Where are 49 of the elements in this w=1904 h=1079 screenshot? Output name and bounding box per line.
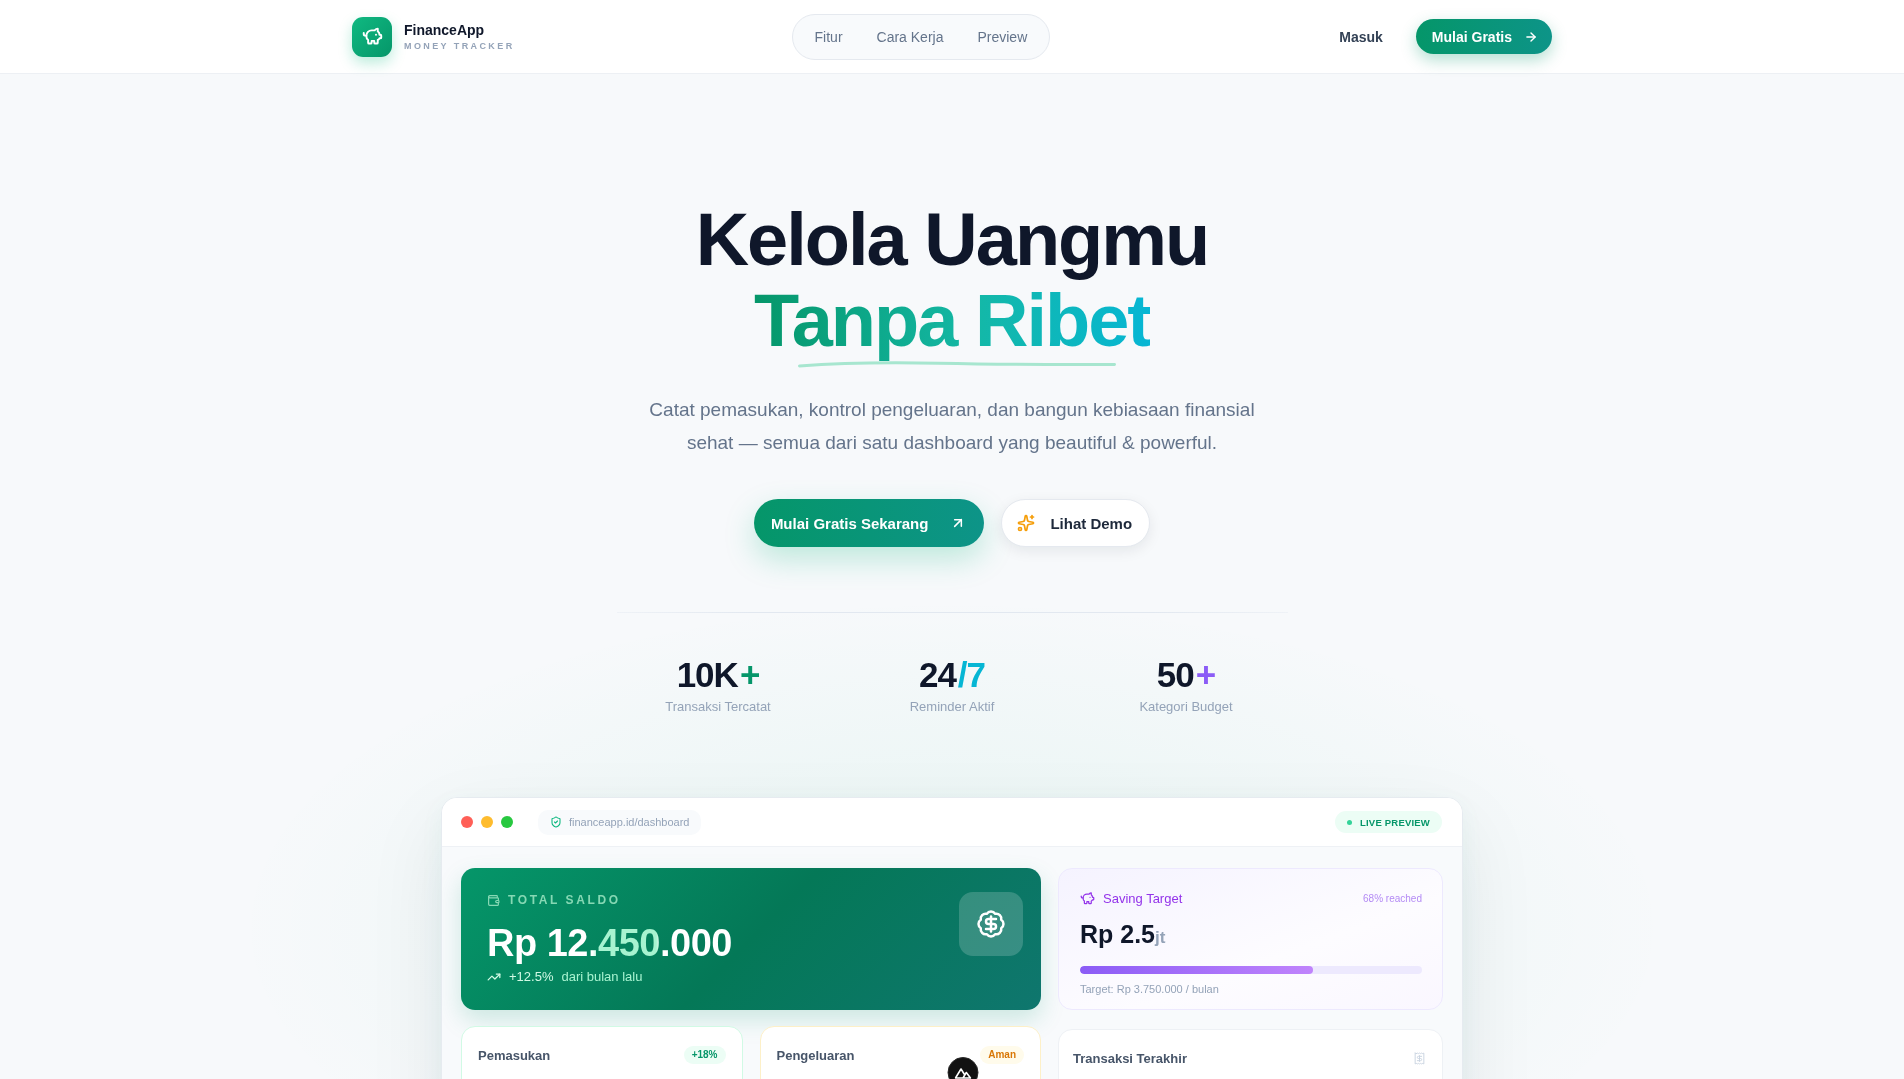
receipt-icon [1413,1051,1426,1065]
stat-suffix: + [739,655,760,695]
demo-button[interactable]: Lihat Demo [1001,499,1151,547]
login-link[interactable]: Masuk [1327,20,1395,53]
wavy-underline-icon [798,360,1116,368]
balance-change-note: dari bulan lalu [561,969,643,984]
stat-value: 10K [676,655,738,695]
growth-tag: +18% [683,1046,726,1064]
card-title: Transaksi Terakhir [1073,1050,1187,1066]
window-control-icon [481,816,493,828]
brand-name: FinanceApp [404,21,486,38]
balance-label: TOTAL SALDO [508,893,621,907]
address-text: financeapp.id/dashboard [569,816,690,828]
piggy-bank-icon [1080,890,1095,906]
wallet-icon [487,893,500,907]
nav-link[interactable]: Fitur [797,19,860,54]
status-tag: Aman [980,1046,1024,1064]
stat-suffix: + [1195,655,1216,695]
saving-target-note: Target: Rp 3.750.000 / bulan [1080,983,1220,995]
saving-unit: jt [1155,928,1166,949]
get-started-button[interactable]: Mulai Gratis Sekarang [753,499,985,547]
arrow-right-icon [1524,29,1538,44]
sparkle-icon [1017,514,1036,532]
nav-link[interactable]: Cara Kerja [859,19,961,54]
signup-button[interactable]: Mulai Gratis [1415,19,1552,54]
brand-tagline: MONEY TRACKER [404,40,515,52]
balance-change: +12.5% [509,969,554,984]
stat-label: Transaksi Tercatat [665,698,771,716]
hero-subtitle: Catat pemasukan, kontrol pengeluaran, dan bangun kebiasaan finansial sehat — semua dari satu dashboard yang beautiful & powerful. [648,398,1256,455]
live-preview-label: LIVE PREVIEW [1360,816,1430,828]
saving-amount: Rp 2.5 [1080,919,1156,949]
saving-title: Saving Target [1103,890,1183,906]
card-title: Pemasukan [478,1047,551,1063]
stat-label: Reminder Aktif [909,698,995,716]
nav-link[interactable]: Preview [960,19,1045,54]
stat-label: Kategori Budget [1139,698,1233,716]
stat-suffix: /7 [957,655,986,695]
status-dot-icon [1347,819,1353,825]
stat-value: 24 [918,655,956,695]
card-title: Pengeluaran [776,1047,855,1063]
window-control-icon [501,816,513,828]
dollar-badge-icon [959,892,1023,956]
piggy-bank-logo-icon [352,16,392,57]
stat-value: 50 [1156,655,1194,695]
hero-title: Kelola Uangmu [695,199,1209,280]
mountain-logo-icon [954,1066,972,1079]
saving-progress-note: 68% reached [1363,892,1422,904]
shield-check-icon [550,816,562,828]
window-control-icon [461,816,473,828]
